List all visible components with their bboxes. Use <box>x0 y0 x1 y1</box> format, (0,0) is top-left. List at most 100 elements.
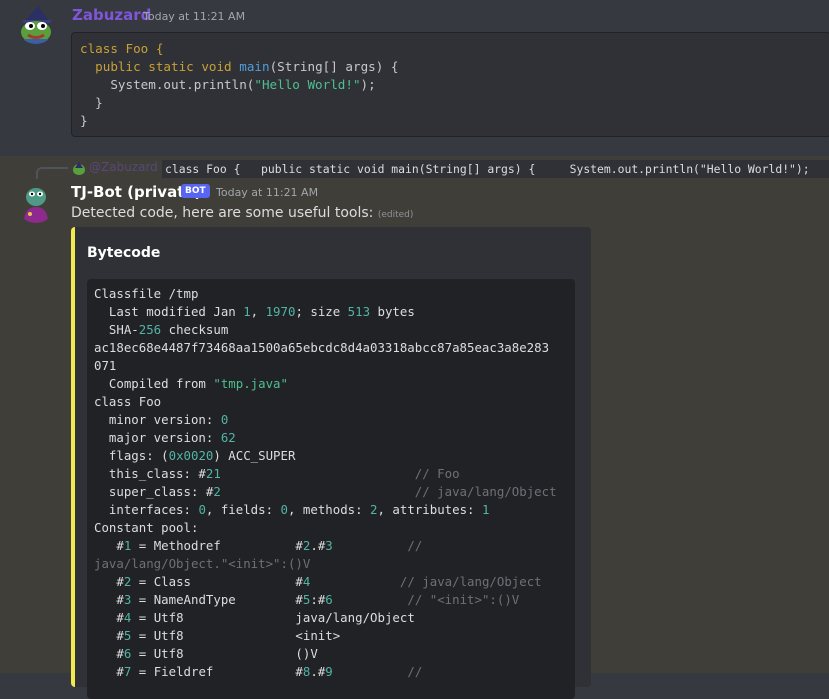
code-token: , <box>250 304 266 319</box>
code-token: (String[] args) { <box>269 59 399 74</box>
bytecode-block: Classfile /tmp Last modified Jan 1, 1970… <box>87 279 575 699</box>
code-token: java/lang/Object."<init>":()V <box>94 556 311 571</box>
code-line: java/lang/Object."<init>":()V <box>94 555 568 573</box>
code-line: class Foo { <box>80 40 822 58</box>
timestamp: Today at 11:21 AM <box>143 10 246 23</box>
frog-wizard-icon <box>16 4 56 44</box>
code-token: 2 <box>213 484 221 499</box>
code-token: ) ACC_SUPER <box>213 448 296 463</box>
username[interactable]: Zabuzard <box>72 6 151 24</box>
zabuzard-avatar[interactable] <box>16 4 56 44</box>
code-token: = Class # <box>131 574 303 589</box>
code-token: = Utf8 ()V <box>131 646 318 661</box>
code-token: "Hello World!" <box>254 77 361 92</box>
code-line: #7 = Fieldref #8.#9 // <box>94 663 568 681</box>
code-token: "tmp.java" <box>213 376 288 391</box>
code-token: = NameAndType # <box>131 592 303 607</box>
code-token: = Utf8 java/lang/Object <box>131 610 415 625</box>
code-token: 2 <box>370 502 378 517</box>
code-token: 0 <box>280 502 288 517</box>
code-token: 1970 <box>265 304 296 319</box>
code-token: .# <box>310 538 326 553</box>
code-line: 071 <box>94 357 568 375</box>
code-token: ); <box>360 77 376 92</box>
code-token: main <box>239 59 270 74</box>
code-line: flags: (0x0020) ACC_SUPER <box>94 447 568 465</box>
code-token: , methods: <box>287 502 371 517</box>
reply-avatar <box>72 161 86 175</box>
code-line: #2 = Class #4 // java/lang/Object <box>94 573 568 591</box>
code-token: 256 <box>138 322 162 337</box>
code-token: public static void <box>80 59 240 74</box>
code-token: 0 <box>220 412 229 427</box>
code-token: 0 <box>198 502 206 517</box>
reply-username[interactable]: @Zabuzard <box>89 160 158 174</box>
bot-tag: BOT <box>181 184 210 198</box>
code-token: Classfile /tmp <box>94 286 199 301</box>
code-line: interfaces: 0, fields: 0, methods: 2, at… <box>94 501 568 519</box>
code-token: System.out.println( <box>80 77 255 92</box>
code-line: } <box>80 94 822 112</box>
code-line: super_class: #2 // java/lang/Object <box>94 483 568 501</box>
code-line: #1 = Methodref #2.#3 // <box>94 537 568 555</box>
reply-preview[interactable]: class Foo { public static void main(Stri… <box>162 160 829 178</box>
code-line: #6 = Utf8 ()V <box>94 645 568 663</box>
code-token: # <box>94 574 124 589</box>
code-token: // <box>407 664 423 679</box>
message-content: Detected code, here are some useful tool… <box>71 205 413 221</box>
code-token: 62 <box>220 430 236 445</box>
code-token: SHA- <box>94 322 139 337</box>
code-line: Classfile /tmp <box>94 285 568 303</box>
code-token: class Foo <box>94 394 162 409</box>
frog-bot-icon <box>16 183 56 223</box>
code-token: Last modified Jan <box>94 304 244 319</box>
code-line: #5 = Utf8 <init> <box>94 627 568 645</box>
code-token: bytes <box>370 304 415 319</box>
code-token: // "<init>":()V <box>407 592 520 607</box>
code-token: // Foo <box>414 466 460 481</box>
code-token: 1 <box>481 502 490 517</box>
code-block: class Foo { public static void main(Stri… <box>71 32 829 137</box>
edited-label: (edited) <box>377 210 414 220</box>
code-line: #3 = NameAndType #5:#6 // "<init>":()V <box>94 591 568 609</box>
code-token: # <box>94 646 124 661</box>
code-token: // java/lang/Object <box>399 574 542 589</box>
code-token: checksum <box>161 322 229 337</box>
code-token: major version: <box>94 430 221 445</box>
code-token: .# <box>310 664 326 679</box>
code-token: = Utf8 <init> <box>131 628 341 643</box>
code-token: # <box>94 664 124 679</box>
code-token: ; size <box>295 304 348 319</box>
code-token: class Foo { <box>80 41 164 56</box>
code-token: # <box>94 592 124 607</box>
embed-title: Bytecode <box>87 245 161 261</box>
code-line: minor version: 0 <box>94 411 568 429</box>
code-token: 513 <box>347 304 371 319</box>
code-token: // <box>407 538 423 553</box>
code-token: 21 <box>205 466 221 481</box>
code-token: # <box>94 610 124 625</box>
code-token: } <box>80 95 103 110</box>
code-token: 071 <box>94 358 117 373</box>
code-token: Constant pool: <box>94 520 199 535</box>
tjbot-avatar[interactable] <box>16 183 56 223</box>
code-token: , attributes: <box>377 502 482 517</box>
code-line: ac18ec68e4487f73468aa1500a65ebcdc8d4a033… <box>94 339 568 357</box>
code-token: 9 <box>325 664 333 679</box>
code-line: Compiled from "tmp.java" <box>94 375 568 393</box>
code-line: public static void main(String[] args) { <box>80 58 822 76</box>
code-token: flags: ( <box>94 448 169 463</box>
code-token: # <box>94 628 124 643</box>
code-token: minor version: <box>94 412 221 427</box>
code-token: ac18ec68e4487f73468aa1500a65ebcdc8d4a033… <box>94 340 550 355</box>
embed-bytecode: Bytecode Classfile /tmp Last modified Ja… <box>71 227 591 699</box>
code-token: super_class: # <box>94 484 214 499</box>
message-zabuzard: Zabuzard Today at 11:21 AM class Foo { p… <box>0 0 829 156</box>
code-token: , fields: <box>205 502 281 517</box>
code-line: Constant pool: <box>94 519 568 537</box>
